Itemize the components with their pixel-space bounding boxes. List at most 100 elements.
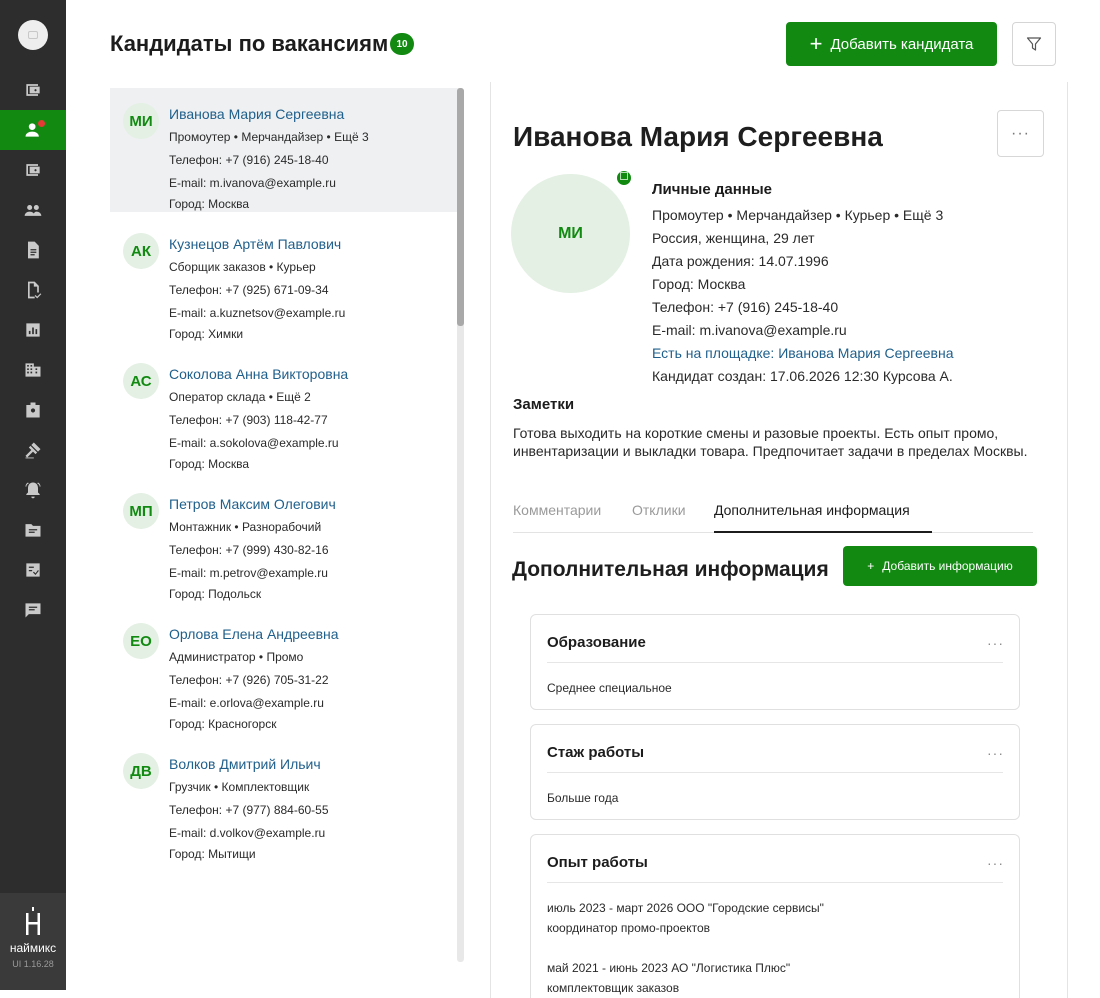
user-avatar[interactable] <box>18 20 48 50</box>
plus-icon: + <box>867 559 875 573</box>
candidate-phone: Телефон: +7 (926) 705-31-22 <box>169 673 329 687</box>
candidate-roles: Промоутер • Мерчандайзер • Ещё 3 <box>169 130 369 144</box>
nav-item-1[interactable] <box>0 70 66 110</box>
nav-item-4[interactable] <box>0 190 66 230</box>
candidate-name-link[interactable]: Иванова Мария Сергеевна <box>169 106 344 122</box>
candidate-email: E-mail: m.petrov@example.ru <box>169 566 328 580</box>
candidate-city: Город: Москва <box>169 457 250 471</box>
card-more-button[interactable]: ··· <box>987 855 1004 871</box>
detail-tabs: Комментарии Отклики Дополнительная инфор… <box>513 490 1033 533</box>
candidate-avatar: ЕО <box>123 623 159 659</box>
personal-birthdate: Дата рождения: 14.07.1996 <box>652 253 829 269</box>
building-icon <box>25 363 41 377</box>
candidate-email: E-mail: d.volkov@example.ru <box>169 826 326 840</box>
nav-item-14[interactable] <box>0 590 66 630</box>
candidate-name-link[interactable]: Петров Максим Олегович <box>169 496 336 512</box>
nav-item-8[interactable] <box>0 350 66 390</box>
platform-profile-link[interactable]: Иванова Мария Сергеевна <box>778 345 953 361</box>
card-more-button[interactable]: ··· <box>987 635 1004 651</box>
page-title: Кандидаты по вакансиям <box>110 31 389 56</box>
platform-label: Есть на площадке: <box>652 345 775 361</box>
work-experience-length-card: Стаж работы ··· Больше года <box>530 724 1020 820</box>
candidate-created: Кандидат создан: 17.06.2026 12:30 Курсов… <box>652 368 953 384</box>
badge-icon <box>26 402 40 418</box>
bell-icon <box>25 482 41 499</box>
candidate-roles: Оператор склада • Ещё 2 <box>169 390 311 404</box>
add-candidate-button[interactable]: + Добавить кандидата <box>786 22 997 66</box>
candidate-item[interactable]: ДВ Волков Дмитрий Ильич Грузчик • Компле… <box>110 738 460 868</box>
card-more-button[interactable]: ··· <box>987 745 1004 761</box>
filter-button[interactable] <box>1012 22 1056 66</box>
experience-period: май 2021 - июнь 2023 АО "Логистика Плюс" <box>547 961 791 975</box>
brand-name: наймикс <box>9 941 57 955</box>
candidate-item[interactable]: АС Соколова Анна Викторовна Оператор скл… <box>110 348 460 478</box>
nav-item-13[interactable] <box>0 550 66 590</box>
notification-dot <box>38 120 45 127</box>
nav-item-6[interactable] <box>0 270 66 310</box>
nav-item-12[interactable] <box>0 510 66 550</box>
nav-item-11[interactable] <box>0 470 66 510</box>
candidate-city: Город: Химки <box>169 327 244 341</box>
candidate-city: Город: Подольск <box>169 587 262 601</box>
candidate-avatar: ДВ <box>123 753 159 789</box>
candidate-item-selected[interactable]: МИ Иванова Мария Сергеевна Промоутер • М… <box>110 88 460 212</box>
experience-position: координатор промо-проектов <box>547 921 710 935</box>
candidate-name-link[interactable]: Кузнецов Артём Павлович <box>169 236 341 252</box>
work-experience-card: Опыт работы ··· июль 2023 - март 2026 ОО… <box>530 834 1020 998</box>
card-title: Образование <box>547 634 646 651</box>
candidate-email: E-mail: e.orlova@example.ru <box>169 696 324 710</box>
candidate-name-link[interactable]: Орлова Елена Андреевна <box>169 626 339 642</box>
candidate-city: Город: Мытищи <box>169 847 256 861</box>
nav-item-9[interactable] <box>0 390 66 430</box>
nav-item-7[interactable] <box>0 310 66 350</box>
sidebar: наймикс UI 1.16.28 <box>0 0 66 990</box>
app-version: UI 1.16.28 <box>12 959 54 969</box>
tab-responses[interactable]: Отклики <box>632 502 686 518</box>
candidate-phone: Телефон: +7 (903) 118-42-77 <box>169 413 328 427</box>
notes-title: Заметки <box>513 396 575 413</box>
candidates-count-badge: 10 <box>390 33 414 55</box>
experience-position: комплектовщик заказов <box>547 981 680 995</box>
nav-item-candidates[interactable] <box>0 110 66 150</box>
candidate-email: E-mail: m.ivanova@example.ru <box>169 176 336 190</box>
candidate-list: МИ Иванова Мария Сергеевна Промоутер • М… <box>110 88 460 964</box>
candidate-city: Город: Красногорск <box>169 717 277 731</box>
education-card: Образование ··· Среднее специальное <box>530 614 1020 710</box>
candidate-roles: Грузчик • Комплектовщик <box>169 780 310 794</box>
people-icon <box>24 205 42 216</box>
nav-item-10[interactable] <box>0 430 66 470</box>
card-text: Среднее специальное <box>547 681 672 695</box>
message-icon <box>25 603 41 618</box>
list-scrollbar[interactable] <box>457 88 464 962</box>
scrollbar-thumb[interactable] <box>457 88 464 326</box>
candidate-city: Город: Москва <box>169 197 250 211</box>
more-icon: ··· <box>1011 124 1030 142</box>
card-text: Больше года <box>547 791 619 805</box>
candidate-photo: МИ <box>511 174 630 293</box>
wallet-icon <box>26 164 40 176</box>
more-actions-button[interactable]: ··· <box>997 110 1044 157</box>
candidate-email: E-mail: a.kuznetsov@example.ru <box>169 306 346 320</box>
candidate-avatar: АК <box>123 233 159 269</box>
candidate-roles: Сборщик заказов • Курьер <box>169 260 316 274</box>
folder-icon <box>25 524 41 537</box>
nav-item-3[interactable] <box>0 150 66 190</box>
add-info-button[interactable]: + Добавить информацию <box>843 546 1037 586</box>
candidate-name-link[interactable]: Соколова Анна Викторовна <box>169 366 348 382</box>
divider <box>547 882 1003 883</box>
candidate-avatar: МИ <box>123 103 159 139</box>
plus-icon: + <box>809 31 823 56</box>
candidate-phone: Телефон: +7 (977) 884-60-55 <box>169 803 329 817</box>
candidate-item[interactable]: ЕО Орлова Елена Андреевна Администратор … <box>110 608 460 738</box>
tab-comments[interactable]: Комментарии <box>513 502 601 518</box>
brand-logo-icon <box>0 907 66 937</box>
experience-period: июль 2023 - март 2026 ООО "Городские сер… <box>547 901 824 915</box>
candidate-name-link[interactable]: Волков Дмитрий Ильич <box>169 756 321 772</box>
candidate-avatar: АС <box>123 363 159 399</box>
candidate-item[interactable]: МП Петров Максим Олегович Монтажник • Ра… <box>110 478 460 608</box>
tab-additional-info[interactable]: Дополнительная информация <box>714 502 910 518</box>
nav-item-5[interactable] <box>0 230 66 270</box>
candidate-item[interactable]: АК Кузнецов Артём Павлович Сборщик заказ… <box>110 218 460 348</box>
candidate-phone: Телефон: +7 (999) 430-82-16 <box>169 543 329 557</box>
wallet-icon <box>26 84 40 96</box>
